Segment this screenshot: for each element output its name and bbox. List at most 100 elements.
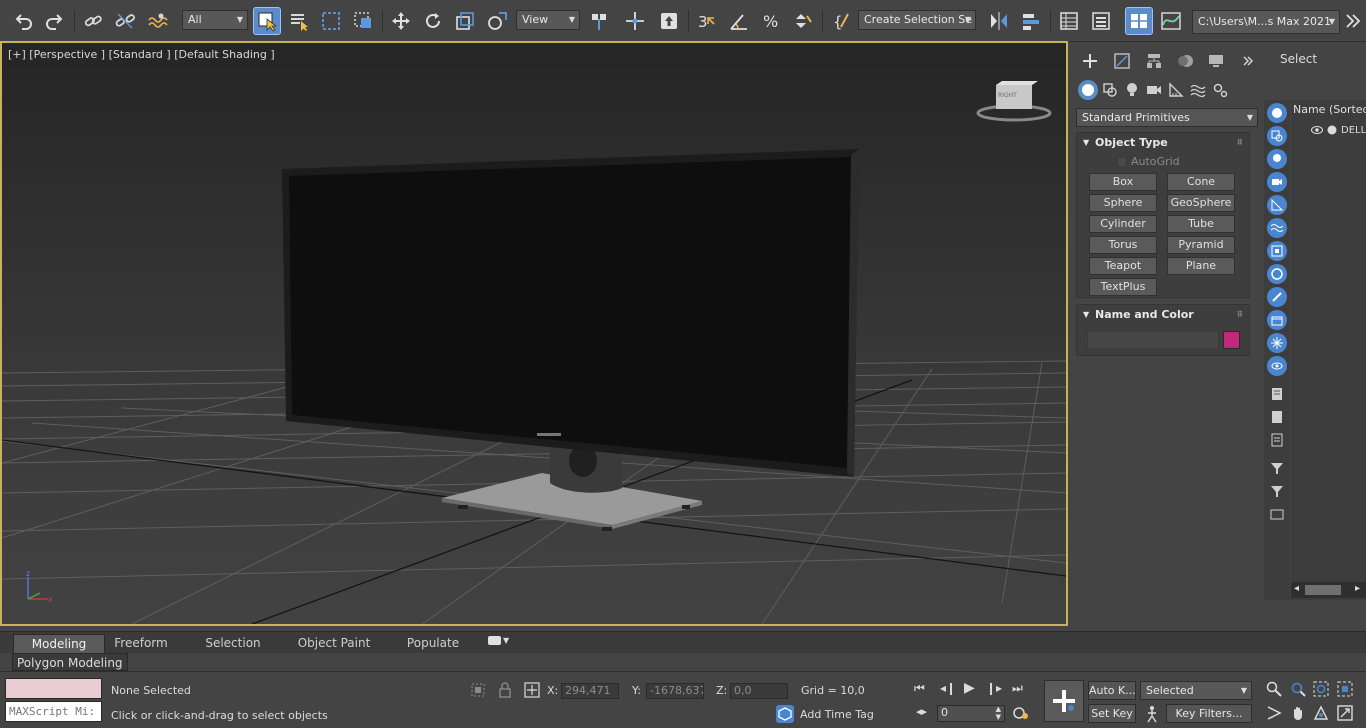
display-xrefs-icon[interactable]	[1267, 264, 1287, 284]
explorer-horizontal-scrollbar[interactable]: ◂ ▸	[1291, 582, 1366, 598]
collapse-all-icon[interactable]	[1267, 504, 1287, 524]
coord-y-field[interactable]: -1678,637	[646, 683, 704, 699]
display-helpers-icon[interactable]	[1267, 195, 1287, 215]
window-crossing-icon[interactable]	[350, 8, 376, 34]
eye-icon[interactable]	[1311, 125, 1323, 135]
plane-button[interactable]: Plane	[1167, 257, 1235, 275]
coord-x-field[interactable]: 294,471	[561, 683, 619, 699]
field-of-view-icon[interactable]	[1266, 705, 1282, 721]
bind-spacewarp-icon[interactable]	[144, 8, 170, 34]
systems-icon[interactable]	[1210, 80, 1230, 100]
select-and-place-icon[interactable]	[484, 8, 510, 34]
spinner-snap-icon[interactable]	[790, 8, 816, 34]
display-none-icon[interactable]	[1267, 407, 1287, 427]
add-time-tag-button[interactable]: Add Time Tag	[776, 705, 874, 723]
layer-explorer-icon[interactable]	[1088, 8, 1114, 34]
scroll-left-icon[interactable]: ◂	[1294, 583, 1299, 594]
geometry-icon[interactable]	[1078, 80, 1098, 100]
cameras-icon[interactable]	[1144, 80, 1164, 100]
modify-tab-icon[interactable]	[1110, 50, 1134, 72]
panel-overflow-icon[interactable]	[1236, 50, 1260, 72]
display-cameras-icon[interactable]	[1267, 172, 1287, 192]
link-icon[interactable]	[80, 8, 106, 34]
select-manipulate-icon[interactable]	[622, 8, 648, 34]
display-shapes-icon[interactable]	[1267, 126, 1287, 146]
filter-icon[interactable]	[1267, 481, 1287, 501]
key-mode-dropdown[interactable]: Selected ▼	[1140, 681, 1252, 700]
set-keys-button[interactable]	[1044, 680, 1084, 722]
explorer-item-dell[interactable]: DELL	[1311, 122, 1366, 138]
create-tab-plus-icon[interactable]	[1078, 50, 1102, 72]
absolute-mode-transform-icon[interactable]	[524, 682, 540, 698]
ribbon-options-button[interactable]: ▼	[488, 636, 509, 645]
shapes-icon[interactable]	[1100, 80, 1120, 100]
scene-explorer-toggle-icon[interactable]	[1056, 8, 1082, 34]
tab-object-paint[interactable]: Object Paint	[292, 634, 376, 653]
zoom-icon[interactable]	[1266, 681, 1282, 697]
maximize-viewport-icon[interactable]	[1337, 705, 1353, 721]
snaps-toggle-icon[interactable]: 3	[693, 8, 719, 34]
tab-modeling[interactable]: Modeling	[13, 634, 105, 653]
display-lights-icon[interactable]	[1267, 149, 1287, 169]
select-by-name-icon[interactable]	[286, 8, 312, 34]
zoom-extents-all-icon[interactable]	[1337, 681, 1353, 697]
tab-selection[interactable]: Selection	[198, 634, 268, 653]
scroll-right-icon[interactable]: ▸	[1355, 583, 1360, 594]
play-icon[interactable]: ▶	[964, 680, 975, 696]
coord-z-field[interactable]: 0,0	[730, 683, 788, 699]
selection-filter-dropdown[interactable]: All ▼	[182, 10, 248, 30]
hierarchy-tab-icon[interactable]	[1142, 50, 1166, 72]
display-bones-icon[interactable]	[1267, 287, 1287, 307]
viewport-label[interactable]: [+] [Perspective ] [Standard ] [Default …	[8, 48, 275, 61]
filter-selection-icon[interactable]	[1267, 458, 1287, 478]
display-invert-icon[interactable]	[1267, 430, 1287, 450]
auto-key-button[interactable]: Auto K...	[1088, 681, 1136, 700]
cone-button[interactable]: Cone	[1167, 173, 1235, 191]
object-type-header[interactable]: ▼ Object Type ⠿	[1077, 133, 1249, 153]
redo-icon[interactable]	[42, 8, 68, 34]
undo-icon[interactable]	[10, 8, 36, 34]
current-frame-spinner[interactable]: 0 ▲ ▼	[937, 705, 1005, 722]
previous-frame-icon[interactable]: ◂❙	[940, 681, 956, 695]
name-and-color-header[interactable]: ▼ Name and Color ⠿	[1077, 305, 1249, 325]
display-hidden-icon[interactable]	[1267, 356, 1287, 376]
select-object-icon[interactable]	[253, 7, 281, 35]
project-path-dropdown[interactable]: C:\Users\M...s Max 2021 ▼	[1192, 10, 1340, 34]
polygon-modeling-panel[interactable]: Polygon Modeling	[12, 653, 128, 671]
tube-button[interactable]: Tube	[1167, 215, 1235, 233]
keyboard-shortcut-override-icon[interactable]	[656, 8, 682, 34]
time-configuration-icon[interactable]	[1013, 705, 1029, 721]
tab-populate[interactable]: Populate	[402, 634, 464, 653]
select-and-move-icon[interactable]	[388, 8, 414, 34]
pan-view-hand-icon[interactable]	[1290, 705, 1306, 721]
pyramid-button[interactable]: Pyramid	[1167, 236, 1235, 254]
next-frame-icon[interactable]: ❙▸	[986, 681, 1002, 695]
space-warps-icon[interactable]	[1188, 80, 1208, 100]
maxscript-input[interactable]	[5, 701, 102, 722]
mirror-icon[interactable]	[986, 8, 1012, 34]
object-color-swatch[interactable]	[1223, 331, 1240, 349]
torus-button[interactable]: Torus	[1089, 236, 1157, 254]
perspective-viewport[interactable]: [+] [Perspective ] [Standard ] [Default …	[0, 41, 1068, 626]
toolbar-overflow-icon[interactable]	[1342, 8, 1364, 34]
unlink-icon[interactable]	[112, 8, 138, 34]
key-filters-button[interactable]: Key Filters...	[1166, 704, 1252, 723]
named-selection-dropdown[interactable]: Create Selection Se ▼	[858, 10, 976, 30]
object-name-field[interactable]	[1087, 331, 1219, 349]
box-button[interactable]: Box	[1089, 173, 1157, 191]
go-to-start-icon[interactable]: ⏮	[914, 681, 925, 696]
explorer-column-header[interactable]: Name (Sorted A	[1293, 103, 1366, 116]
set-key-button[interactable]: Set Key	[1088, 704, 1136, 723]
geosphere-button[interactable]: GeoSphere	[1167, 194, 1235, 212]
lights-icon[interactable]	[1122, 80, 1142, 100]
viewcube[interactable]: RIGHT	[976, 81, 1054, 123]
key-mode-toggle-icon[interactable]: ◂▸	[916, 705, 927, 718]
toggle-ribbon-icon[interactable]	[1125, 7, 1153, 35]
display-geometry-icon[interactable]	[1267, 103, 1287, 123]
display-groups-icon[interactable]	[1267, 241, 1287, 261]
reference-coord-dropdown[interactable]: View ▼	[516, 10, 580, 30]
motion-tab-icon[interactable]	[1174, 50, 1198, 72]
go-to-end-icon[interactable]: ⏭	[1012, 681, 1023, 696]
display-tab-icon[interactable]	[1204, 50, 1228, 72]
maxscript-listener-output[interactable]	[5, 678, 102, 699]
